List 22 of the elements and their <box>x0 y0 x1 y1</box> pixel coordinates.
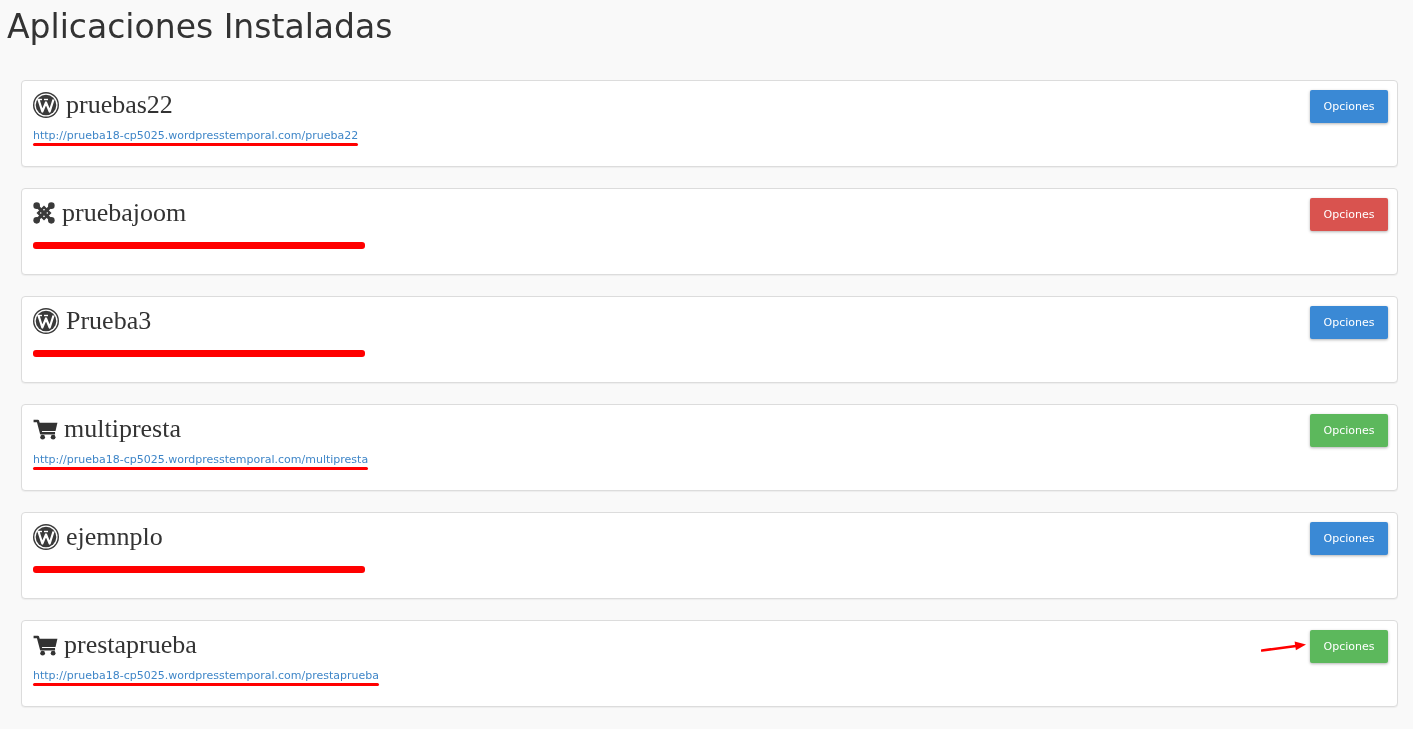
options-button[interactable]: Opciones <box>1310 90 1388 123</box>
w-logo-icon <box>33 92 59 118</box>
options-button[interactable]: Opciones <box>1310 630 1388 663</box>
app-name: ejemnplo <box>66 522 163 552</box>
cart-icon <box>33 634 58 656</box>
page-title: Aplicaciones Instaladas <box>7 7 394 47</box>
app-link[interactable]: http://prueba18-cp5025.wordpresstemporal.com/prestaprueba <box>33 668 379 682</box>
app-name: pruebajoom <box>62 198 187 228</box>
options-button[interactable]: Opciones <box>1310 306 1388 339</box>
knot-logo-icon <box>33 202 55 224</box>
options-button[interactable]: Opciones <box>1310 522 1388 555</box>
app-link[interactable]: http://prueba18-cp5025.wordpresstemporal.com/prueba22 <box>33 128 359 142</box>
w-logo-icon <box>33 308 59 334</box>
app-name: multipresta <box>64 414 181 444</box>
w-logo-icon <box>33 524 59 550</box>
app-name: Prueba3 <box>66 306 152 336</box>
app-link[interactable]: http://prueba18-cp5025.wordpresstemporal.com/multipresta <box>33 452 369 466</box>
options-button[interactable]: Opciones <box>1310 198 1388 231</box>
options-button[interactable]: Opciones <box>1310 414 1388 447</box>
app-name: prestaprueba <box>64 630 197 660</box>
cart-icon <box>33 418 58 440</box>
app-name: pruebas22 <box>66 90 173 120</box>
